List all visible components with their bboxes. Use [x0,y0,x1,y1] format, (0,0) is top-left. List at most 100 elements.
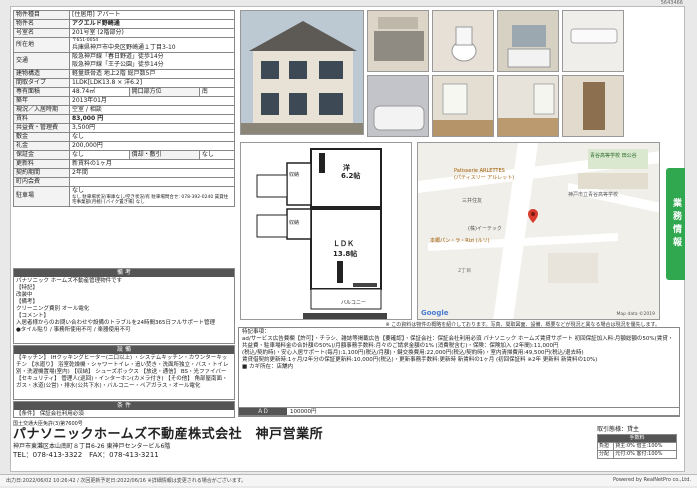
special-title: 特記事項： [242,329,270,335]
remarks-line: 【コメント】 [16,313,50,319]
area-value: 48.74㎡ [69,86,130,97]
equipment-box: 設 備 【キッチン】 IHクッキングヒーター(二口以上) ・システムキッチン・カ… [13,345,235,400]
interior-photo-aircon[interactable] [562,10,624,72]
ad-value: 100000円 [290,409,317,415]
fee-table: 手数料 負担 貸主:0% 借主:100% 分配 元付:0% 客付:100% [596,434,677,459]
map-pin-icon[interactable] [528,209,538,223]
ad-bar: ＡＤ 100000円 [238,407,680,416]
map-label-company: (株)イーテック [468,226,502,232]
fee-row-value: 貸主:0% 借主:100% [613,442,677,451]
fee-title: 手数料 [597,434,677,443]
status-label: 現況／入居時期 [13,104,70,115]
key-money-value: 200,000円 [69,140,235,151]
layout-value: 1LDK[LDK13.8 × 洋6.2] [69,77,235,88]
rent-label: 賃料 [13,113,70,124]
guarantee-value: なし [69,149,130,160]
remarks-line: 改装中 [16,292,33,298]
type-label: 物件種目 [13,10,70,20]
period-label: 契約期間 [13,167,70,178]
interior-photo-washroom[interactable] [497,10,559,72]
type-value: [住居用] アパート [69,10,235,20]
structure-label: 建物構造 [13,68,70,79]
interior-photo-entrance[interactable] [562,75,624,137]
company-phone: TEL：078-413-3322 FAX：078-413-3211 [13,451,159,459]
map-label-school: 青谷高等学校 田公谷 [590,153,637,159]
spec-table: 物件種目 [住居用] アパート 物件名 アクエルド野崎通 号室名 201号室 (2階部… [13,10,236,207]
parking-label: 駐車場 [13,185,70,207]
floor-storage-label: 収納 [289,172,300,178]
special-line: ad/サービス広告費欄【許可】・チラシ、雑誌等掲載広告【要確認】・保証会社：保証… [242,336,674,349]
renewal-label: 更新料 [13,158,70,169]
address-value: 兵庫県神戸市中央区野崎通１丁目3-10 [72,43,176,51]
remarks-line: クリーニング費別 オール電化 [16,306,90,312]
interior-photo-toilet[interactable] [432,10,494,72]
property-name: アクエルド野崎通 [69,19,235,29]
opening-label: 開口部方位 [128,86,200,97]
floor-ldk-label: ＬＤＫ [333,240,354,248]
location-map[interactable]: 青谷高等学校 田公谷 Patisserie ARLETTES (パティスリー ア… [417,142,660,320]
parking-value: なし [72,186,85,194]
area-label: 専有面積 [13,86,70,97]
ad-label: ＡＤ [239,408,287,415]
license-number: 国土交通大臣免許(3)第7600号 [13,421,83,427]
equipment-title: 設 備 [14,346,234,354]
room-value: 201号室 (2階部分) [69,28,235,38]
map-label-bank: 三井住友 [462,198,483,204]
company-name: パナソニックホームズ不動産株式会社 神戸営業所 [13,427,324,442]
map-label-district: 2丁目 [458,268,472,274]
remarks-line: 【特記】 [16,285,39,291]
equipment-text: 【キッチン】 IHクッキングヒーター(二口以上) ・システムキッチン・カウンター… [16,355,229,389]
key-location: ■ カギ所在：店舗内 [242,364,293,370]
interior-photo-kitchen[interactable] [367,10,429,72]
map-label-bakery: 本郷パン・ラ・Rizi (ルリ) [430,238,490,244]
name-label: 物件名 [13,19,70,29]
interior-photo-living[interactable] [432,75,494,137]
company-block: 国土交通大臣免許(3)第7600号 パナソニックホームズ不動産株式会社 神戸営業… [13,420,593,466]
company-address: 神戸市東灘区本山南町８丁目6-26 東神戸センタービル6階 [13,443,171,450]
fee-row-label: 分配 [596,450,615,459]
sheet-background: 5643466 物件種目 [住居用] アパート 物件名 アクエルド野崎通 号室名 20… [0,0,697,488]
special-notes-box: 特記事項： ad/サービス広告費欄【許可】・チラシ、雑誌等掲載広告【要確認】・保… [238,327,680,417]
built-value: 2013年01月 [69,95,235,106]
renewal-value: 新賃料の1ヶ月 [69,158,235,169]
community-fee-label: 町内会費 [13,176,70,187]
document-id: 5643466 [660,0,683,6]
fee-row-value: 元付:0% 客付:100% [613,450,677,459]
structure-value: 軽量鉄骨造 地上2階 総戸数5戸 [69,68,235,79]
special-line: 賃貸借契約更新時:1ヶ月/2年分の保証更新料:10,000円(税込)・更新事務手… [242,357,598,363]
floor-ldk-size: 13.8帖 [333,250,358,258]
remarks-title: 備 考 [14,269,234,277]
key-money-label: 礼金 [13,140,70,151]
map-label-school-2: 神戸市立青谷高等学校 [568,192,619,198]
traffic-line-2: 阪急神戸線「王子公園」徒歩14分 [72,60,164,68]
amortization-value: なし [198,149,236,160]
transaction-type: 取引態様：貸主 [597,426,640,433]
transaction-block: 取引態様：貸主 手数料 負担 貸主:0% 借主:100% 分配 元付:0% 客付:1… [596,426,677,459]
footer-bar: 出力日:2022/06/02 10:26:42 / 次回更新予定日:2022/0… [0,474,697,486]
traffic-line-1: 阪急神戸線「春日野道」徒歩14分 [72,52,164,60]
map-google-logo: Google [421,309,449,317]
community-fee-value [69,176,235,187]
management-fee-value: 3,500円 [69,122,235,133]
exterior-photo[interactable] [240,10,364,135]
floor-balcony-label: バルコニー [341,300,366,306]
layout-label: 間取タイプ [13,77,70,88]
floor-storage-label-2: 収納 [289,220,300,226]
floor-plan[interactable]: 洋 6.2帖 ＬＤＫ 13.8帖 バルコニー 収納 収納 [240,142,412,320]
period-value: 2年間 [69,167,235,178]
traffic-label: 交通 [13,51,70,70]
footer-output-date: 出力日:2022/06/02 10:26:42 / 次回更新予定日:2022/0… [6,478,247,484]
interior-photo-bath[interactable] [367,75,429,137]
conditions-box: 条 件 【条件】 保証会社利用必須 [13,401,235,418]
status-value: 空室 / 相談 [69,104,235,115]
deposit-value: なし [69,131,235,142]
floor-room1-size: 6.2帖 [341,172,361,180]
amortization-label: 償却・敷引 [128,149,200,160]
built-label: 築年 [13,95,70,106]
business-info-tab[interactable]: 業務情報 [666,168,685,280]
interior-photo-room[interactable] [497,75,559,137]
room-label: 号室名 [13,28,70,38]
remarks-line: 【備考】 [16,299,39,305]
deposit-label: 敷金 [13,131,70,142]
conditions-text: 【条件】 保証会社利用必須 [16,411,84,417]
